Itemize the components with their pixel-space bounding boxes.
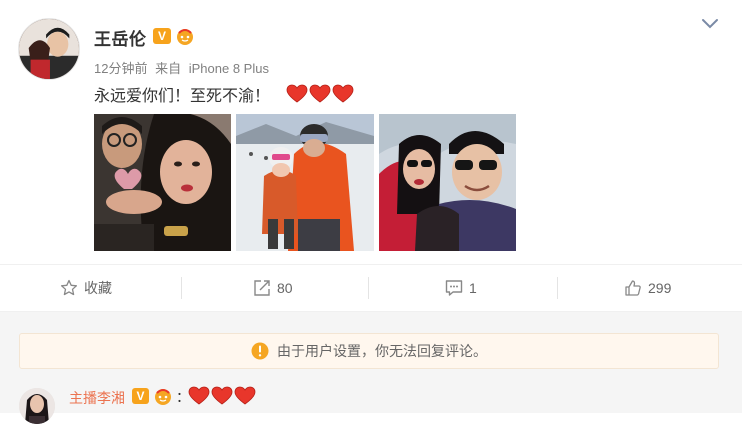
post-meta: 12分钟前 来自 iPhone 8 Plus [94,58,273,77]
verified-badge: V [153,28,171,44]
repost-count: 80 [277,280,293,296]
commenter-verified-badge: V [132,388,149,404]
action-bar: 收藏 80 1 299 [0,265,742,311]
post-text: 永远爱你们！至死不渝！ [94,86,271,105]
notice-text: 由于用户设置，你无法回复评论。 [277,344,487,360]
username[interactable]: 王岳伦 [94,25,147,50]
repost-icon [254,280,270,296]
comment-button[interactable]: 1 [445,265,477,311]
like-count: 299 [648,280,672,296]
star-icon [60,279,78,296]
user-avatar[interactable] [18,18,80,80]
source-prefix: 来自 [155,61,182,76]
thumbs-up-icon [625,280,641,296]
heart-emoji-icon [309,84,331,103]
comment-icon [445,280,463,296]
weibo-post-card: 王岳伦 V 12分钟前 来自 iPhone 8 Plus 永远爱你们！至死不渝！ [0,0,742,424]
separator [181,277,182,299]
heart-emoji-icon [211,386,233,405]
favorite-label: 收藏 [84,280,112,296]
comment-heart-emojis [188,386,256,406]
chevron-down-icon[interactable] [700,16,720,32]
heart-emoji-icon [286,84,308,103]
favorite-button[interactable]: 收藏 [60,265,112,311]
separator [368,277,369,299]
post-time[interactable]: 12分钟前 [94,61,147,76]
heart-emoji-icon [188,386,210,405]
commenter-avatar[interactable] [19,388,55,424]
heart-emoji-icon [234,386,256,405]
heart-emoji-icon [332,84,354,103]
reply-restricted-notice: 由于用户设置，你无法回复评论。 [19,333,719,369]
commenter-name[interactable]: 主播李湘 [69,388,125,408]
separator [557,277,558,299]
comment-count: 1 [469,280,477,296]
post-source[interactable]: iPhone 8 Plus [189,61,269,76]
photo-couple-closeup[interactable] [94,114,231,251]
photo-ski-family[interactable] [236,114,374,251]
warning-icon [251,342,269,360]
post-heart-emojis [286,84,354,104]
like-button[interactable]: 299 [624,265,671,311]
comments-section: 由于用户设置，你无法回复评论。 主播李湘 V ： [0,312,742,424]
fan-badge-icon[interactable] [152,386,174,406]
photo-selfie-sunglasses[interactable] [379,114,516,251]
repost-button[interactable]: 80 [253,265,293,311]
fan-badge-icon[interactable] [174,26,196,46]
